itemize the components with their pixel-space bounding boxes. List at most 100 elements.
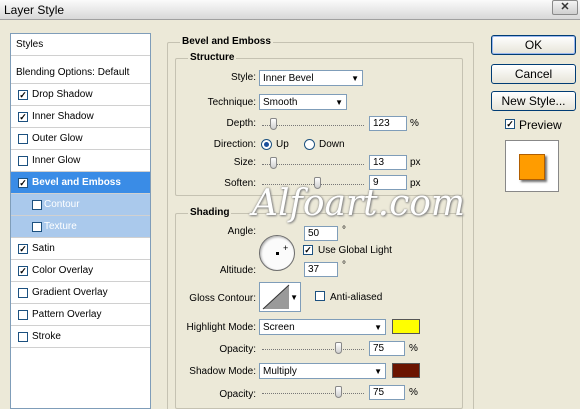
shadow-opacity-slider[interactable] — [262, 386, 364, 398]
style-item-contour[interactable]: Contour — [11, 194, 150, 216]
preview-swatch — [519, 154, 545, 180]
checkbox[interactable] — [18, 134, 28, 144]
direction-up-radio[interactable] — [261, 139, 272, 150]
highlight-mode-select[interactable]: Screen ▼ — [259, 319, 386, 335]
checkbox[interactable]: ✓ — [18, 178, 28, 188]
chevron-down-icon: ▼ — [374, 323, 382, 332]
style-item-label: Stroke — [32, 331, 61, 342]
checkbox[interactable] — [18, 332, 28, 342]
angle-label: Angle: — [227, 226, 256, 237]
style-item-label: Texture — [44, 221, 77, 232]
shadow-mode-value: Multiply — [263, 366, 297, 377]
panel-title: Bevel and Emboss — [180, 36, 273, 47]
checkbox[interactable]: ✓ — [18, 90, 28, 100]
anti-aliased-checkbox[interactable] — [315, 291, 325, 301]
style-item-inner-glow[interactable]: Inner Glow — [11, 150, 150, 172]
depth-input[interactable]: 123 — [369, 116, 407, 131]
style-item-label: Bevel and Emboss — [32, 177, 121, 188]
highlight-mode-value: Screen — [263, 322, 295, 333]
shadow-opacity-input[interactable]: 75 — [369, 385, 405, 400]
depth-unit: % — [410, 118, 419, 129]
technique-select[interactable]: Smooth ▼ — [259, 94, 347, 110]
style-item-gradient-overlay[interactable]: Gradient Overlay — [11, 282, 150, 304]
style-item-satin[interactable]: ✓ Satin — [11, 238, 150, 260]
style-item-label: Pattern Overlay — [32, 309, 102, 320]
direction-down-radio[interactable] — [304, 139, 315, 150]
close-icon[interactable]: ✕ — [552, 0, 578, 15]
slider-thumb[interactable] — [270, 118, 277, 130]
blending-options-label: Blending Options: Default — [16, 67, 130, 78]
cancel-button[interactable]: Cancel — [491, 64, 576, 84]
shadow-mode-label: Shadow Mode: — [189, 366, 256, 377]
window-title: Layer Style — [4, 3, 65, 17]
altitude-input[interactable]: 37 — [304, 262, 338, 277]
checkbox[interactable] — [32, 200, 42, 210]
dial-center-icon — [276, 252, 279, 255]
highlight-opacity-slider[interactable] — [262, 342, 364, 354]
shadow-opacity-label: Opacity: — [219, 389, 256, 400]
watermark: Alfoart.com — [252, 183, 466, 224]
depth-slider[interactable] — [262, 118, 364, 130]
title-bar: Layer Style ✕ — [0, 0, 580, 20]
direction-label: Direction: — [213, 139, 256, 150]
shadow-opacity-unit: % — [409, 387, 418, 398]
direction-down-label: Down — [319, 139, 345, 150]
blending-options-item[interactable]: Blending Options: Default — [11, 62, 150, 84]
highlight-color-swatch[interactable] — [392, 319, 420, 334]
styles-header[interactable]: Styles — [11, 34, 150, 56]
technique-label: Technique: — [207, 97, 256, 108]
style-item-label: Inner Glow — [32, 155, 81, 166]
chevron-down-icon: ▼ — [374, 367, 382, 376]
highlight-mode-label: Highlight Mode: — [186, 322, 256, 333]
checkbox[interactable]: ✓ — [18, 266, 28, 276]
size-input[interactable]: 13 — [369, 155, 407, 170]
shadow-mode-select[interactable]: Multiply ▼ — [259, 363, 386, 379]
checkbox[interactable] — [18, 310, 28, 320]
style-item-outer-glow[interactable]: Outer Glow — [11, 128, 150, 150]
angle-input[interactable]: 50 — [304, 226, 338, 241]
highlight-opacity-input[interactable]: 75 — [369, 341, 405, 356]
style-item-label: Satin — [32, 243, 55, 254]
styles-list: Styles Blending Options: Default ✓ Drop S… — [10, 33, 151, 409]
checkbox[interactable] — [18, 288, 28, 298]
checkbox[interactable] — [18, 156, 28, 166]
chevron-down-icon: ▼ — [335, 98, 343, 107]
slider-thumb[interactable] — [335, 386, 342, 398]
direction-up-label: Up — [276, 139, 289, 150]
altitude-label: Altitude: — [219, 265, 256, 276]
style-item-bevel-and-emboss[interactable]: ✓ Bevel and Emboss — [11, 172, 150, 194]
ok-button[interactable]: OK — [491, 35, 576, 55]
global-light-label: Use Global Light — [318, 245, 392, 256]
global-light-checkbox[interactable]: ✓ — [303, 245, 313, 255]
size-slider[interactable] — [262, 157, 364, 169]
style-item-pattern-overlay[interactable]: Pattern Overlay — [11, 304, 150, 326]
highlight-opacity-label: Opacity: — [219, 344, 256, 355]
shadow-color-swatch[interactable] — [392, 363, 420, 378]
structure-title: Structure — [188, 52, 237, 63]
depth-label: Depth: — [226, 118, 256, 129]
checkbox[interactable]: ✓ — [18, 244, 28, 254]
style-item-label: Drop Shadow — [32, 89, 93, 100]
altitude-unit: ° — [342, 260, 346, 271]
checkbox[interactable]: ✓ — [18, 112, 28, 122]
soften-label: Soften: — [224, 178, 256, 189]
style-item-stroke[interactable]: Stroke — [11, 326, 150, 348]
shading-title: Shading — [188, 207, 232, 218]
new-style-button[interactable]: New Style... — [491, 91, 576, 111]
preview-checkbox[interactable]: ✓ — [505, 119, 515, 129]
preview-thumbnail — [505, 140, 559, 192]
checkbox[interactable] — [32, 222, 42, 232]
slider-thumb[interactable] — [270, 157, 277, 169]
technique-select-value: Smooth — [263, 97, 298, 108]
style-item-color-overlay[interactable]: ✓ Color Overlay — [11, 260, 150, 282]
gloss-contour-picker[interactable]: ▼ — [259, 282, 301, 312]
style-item-inner-shadow[interactable]: ✓ Inner Shadow — [11, 106, 150, 128]
style-item-label: Gradient Overlay — [32, 287, 108, 298]
style-select[interactable]: Inner Bevel ▼ — [259, 70, 363, 86]
slider-thumb[interactable] — [335, 342, 342, 354]
gloss-contour-label: Gloss Contour: — [189, 293, 256, 304]
chevron-down-icon: ▼ — [351, 74, 359, 83]
style-item-drop-shadow[interactable]: ✓ Drop Shadow — [11, 84, 150, 106]
angle-dial[interactable]: + — [259, 235, 295, 271]
style-item-texture[interactable]: Texture — [11, 216, 150, 238]
